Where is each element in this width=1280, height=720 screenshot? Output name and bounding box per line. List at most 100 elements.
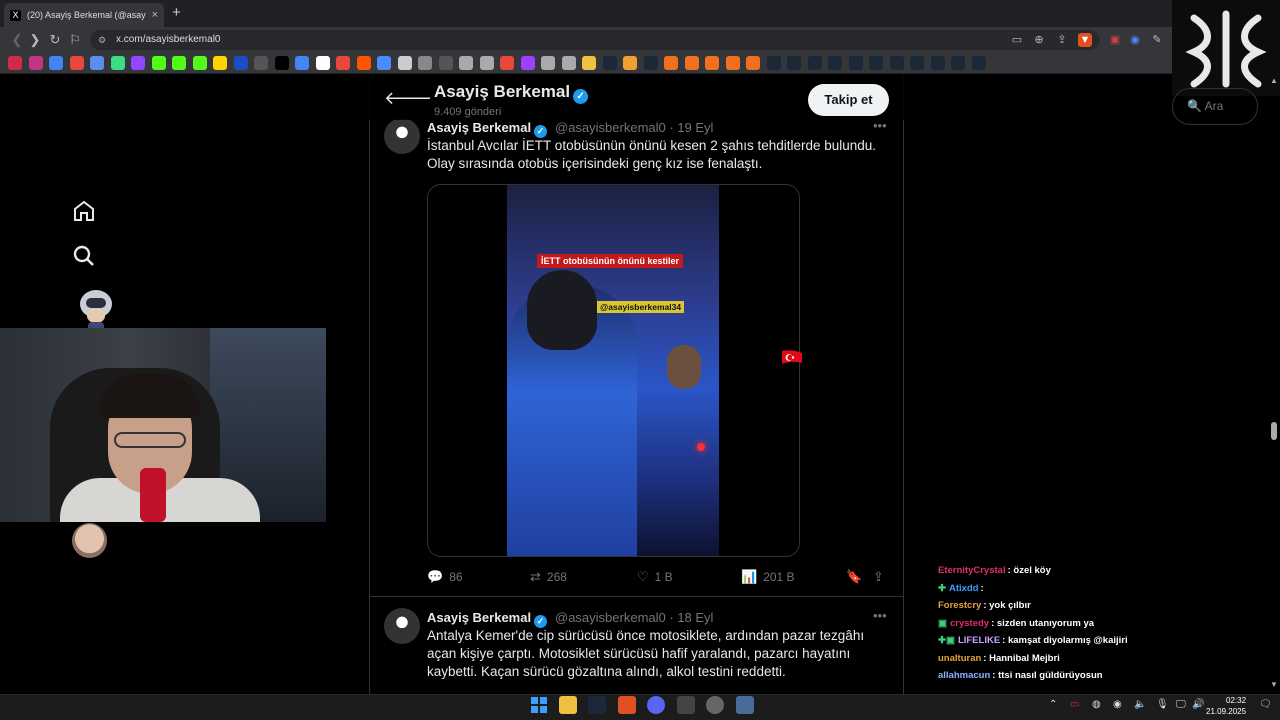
volume-icon[interactable]: 🔈 bbox=[1134, 699, 1146, 710]
tweet-author[interactable]: Asayiş Berkemal ✓ bbox=[427, 610, 548, 628]
scrollbar-thumb[interactable] bbox=[1271, 422, 1277, 440]
bookmark-favicon-icon[interactable] bbox=[213, 56, 227, 70]
mic-icon[interactable]: 🎙 bbox=[1156, 699, 1169, 710]
back-arrow-icon[interactable]: 🡐 bbox=[384, 88, 432, 109]
tray-expand-icon[interactable]: ⌃ bbox=[1049, 699, 1057, 710]
bookmark-favicon-icon[interactable] bbox=[541, 56, 555, 70]
bookmark-favicon-icon[interactable] bbox=[500, 56, 514, 70]
bookmark-favicon-icon[interactable] bbox=[725, 56, 740, 70]
bookmark-favicon-icon[interactable] bbox=[192, 56, 207, 70]
bookmark-favicon-icon[interactable] bbox=[377, 56, 391, 70]
bookmark-favicon-icon[interactable] bbox=[233, 56, 248, 70]
bookmark-favicon-icon[interactable] bbox=[274, 56, 289, 70]
tweet-video[interactable]: İETT otobüsünün önünü kestiler @asayisbe… bbox=[507, 185, 719, 556]
bookmark-favicon-icon[interactable] bbox=[930, 56, 945, 70]
bookmark-favicon-icon[interactable] bbox=[90, 56, 104, 70]
new-tab-button[interactable]: + bbox=[172, 4, 181, 21]
scroll-up-icon[interactable]: ▲ bbox=[1270, 76, 1278, 85]
bookmark-favicon-icon[interactable] bbox=[172, 56, 186, 70]
obs-icon[interactable] bbox=[706, 696, 724, 714]
avatar[interactable] bbox=[384, 118, 420, 154]
file-explorer-icon[interactable] bbox=[559, 696, 577, 714]
bookmark-favicon-icon[interactable] bbox=[110, 56, 125, 70]
bookmark-favicon-icon[interactable] bbox=[746, 56, 760, 70]
bookmark-favicon-icon[interactable] bbox=[69, 56, 84, 70]
brave-shield-icon[interactable]: ▼ bbox=[1078, 33, 1092, 47]
discord-icon[interactable] bbox=[647, 696, 665, 714]
bookmark-favicon-icon[interactable] bbox=[397, 56, 412, 70]
reload-icon[interactable]: ↻ bbox=[46, 31, 64, 49]
forward-arrow-icon[interactable]: ❯ bbox=[26, 31, 44, 49]
bookmark-favicon-icon[interactable] bbox=[664, 56, 678, 70]
extension-icon[interactable]: ▣ bbox=[1108, 33, 1122, 47]
bookmark-favicon-icon[interactable] bbox=[705, 56, 719, 70]
search-input[interactable]: 🔍 Ara bbox=[1172, 88, 1258, 125]
bookmark-favicon-icon[interactable] bbox=[418, 56, 432, 70]
bookmark-favicon-icon[interactable] bbox=[254, 56, 268, 70]
bookmark-favicon-icon[interactable] bbox=[520, 56, 535, 70]
app-icon[interactable] bbox=[736, 696, 754, 714]
browser-tab[interactable]: X (20) Asayiş Berkemal (@asay × bbox=[4, 3, 164, 27]
like-button[interactable]: ♡ 1 B bbox=[637, 569, 673, 585]
site-info-icon[interactable]: ⚙ bbox=[98, 30, 106, 50]
app-icon[interactable] bbox=[677, 696, 695, 714]
share-icon[interactable]: ⇪ bbox=[1055, 33, 1069, 47]
avatar[interactable] bbox=[384, 608, 420, 644]
bookmark-favicon-icon[interactable] bbox=[459, 56, 473, 70]
bookmark-favicon-icon[interactable] bbox=[28, 56, 43, 70]
more-icon[interactable]: ••• bbox=[873, 118, 887, 133]
tray-app-icon[interactable]: ◍ bbox=[1092, 699, 1101, 710]
views-button[interactable]: 📊 201 B bbox=[741, 569, 795, 585]
bookmark-favicon-icon[interactable] bbox=[561, 56, 576, 70]
bookmark-tweet-button[interactable]: 🔖 bbox=[846, 569, 862, 585]
zoom-icon[interactable]: ⊕ bbox=[1032, 33, 1046, 47]
bookmark-favicon-icon[interactable] bbox=[8, 56, 22, 70]
bookmark-favicon-icon[interactable] bbox=[151, 56, 166, 70]
bookmark-favicon-icon[interactable] bbox=[848, 56, 863, 70]
follow-button[interactable]: Takip et bbox=[808, 84, 889, 116]
close-icon[interactable]: × bbox=[152, 9, 158, 21]
bookmark-favicon-icon[interactable] bbox=[623, 56, 637, 70]
brave-browser-icon[interactable] bbox=[618, 696, 636, 714]
more-icon[interactable]: ••• bbox=[873, 608, 887, 623]
scroll-down-icon[interactable]: ▼ bbox=[1270, 680, 1278, 689]
bookmark-favicon-icon[interactable] bbox=[869, 56, 883, 70]
tweet-handle[interactable]: @asayisberkemal0 · 18 Eyl bbox=[555, 610, 713, 625]
bookmark-favicon-icon[interactable] bbox=[787, 56, 801, 70]
bookmark-favicon-icon[interactable] bbox=[131, 56, 145, 70]
tweet-author[interactable]: Asayiş Berkemal ✓ bbox=[427, 120, 548, 138]
cast-icon[interactable]: ▭ bbox=[1010, 33, 1024, 47]
bookmark-favicon-icon[interactable] bbox=[910, 56, 924, 70]
address-bar[interactable]: ⚙ x.com/asayisberkemal0 bbox=[90, 30, 1100, 50]
tray-app-icon[interactable]: ▭ bbox=[1070, 699, 1079, 710]
bookmark-favicon-icon[interactable] bbox=[49, 56, 63, 70]
explore-icon[interactable] bbox=[72, 244, 98, 270]
bookmark-favicon-icon[interactable] bbox=[889, 56, 904, 70]
network-icon[interactable]: 🖵 bbox=[1176, 699, 1186, 710]
repost-button[interactable]: ⇄ 268 bbox=[530, 569, 567, 585]
share-tweet-button[interactable]: ⇪ bbox=[873, 569, 884, 585]
bookmark-favicon-icon[interactable] bbox=[336, 56, 350, 70]
tray-steam-icon[interactable]: ◉ bbox=[1113, 699, 1122, 710]
reply-button[interactable]: 💬 86 bbox=[427, 569, 463, 585]
bookmark-favicon-icon[interactable] bbox=[951, 56, 965, 70]
home-icon[interactable] bbox=[72, 199, 98, 225]
bookmark-favicon-icon[interactable] bbox=[602, 56, 617, 70]
bookmark-favicon-icon[interactable] bbox=[684, 56, 699, 70]
back-arrow-icon[interactable]: ❮ bbox=[8, 31, 26, 49]
windows-start-icon[interactable] bbox=[530, 696, 548, 714]
extension-icon[interactable]: ◉ bbox=[1128, 33, 1142, 47]
bookmark-favicon-icon[interactable] bbox=[315, 56, 330, 70]
bookmark-favicon-icon[interactable] bbox=[356, 56, 371, 70]
bookmark-favicon-icon[interactable] bbox=[438, 56, 453, 70]
extension-icon[interactable]: ✎ bbox=[1150, 33, 1164, 47]
bookmark-favicon-icon[interactable] bbox=[582, 56, 596, 70]
bookmark-favicon-icon[interactable] bbox=[766, 56, 781, 70]
steam-icon[interactable] bbox=[588, 696, 606, 714]
tweet-handle[interactable]: @asayisberkemal0 · 19 Eyl bbox=[555, 120, 713, 135]
system-clock[interactable]: 02:32 21.09.2025 bbox=[1206, 695, 1246, 717]
bookmark-favicon-icon[interactable] bbox=[643, 56, 658, 70]
speaker-icon[interactable]: 🔊 bbox=[1192, 699, 1204, 710]
bookmark-icon[interactable]: ⚐ bbox=[66, 31, 84, 49]
notification-icon[interactable]: 🗨 bbox=[1259, 699, 1272, 710]
